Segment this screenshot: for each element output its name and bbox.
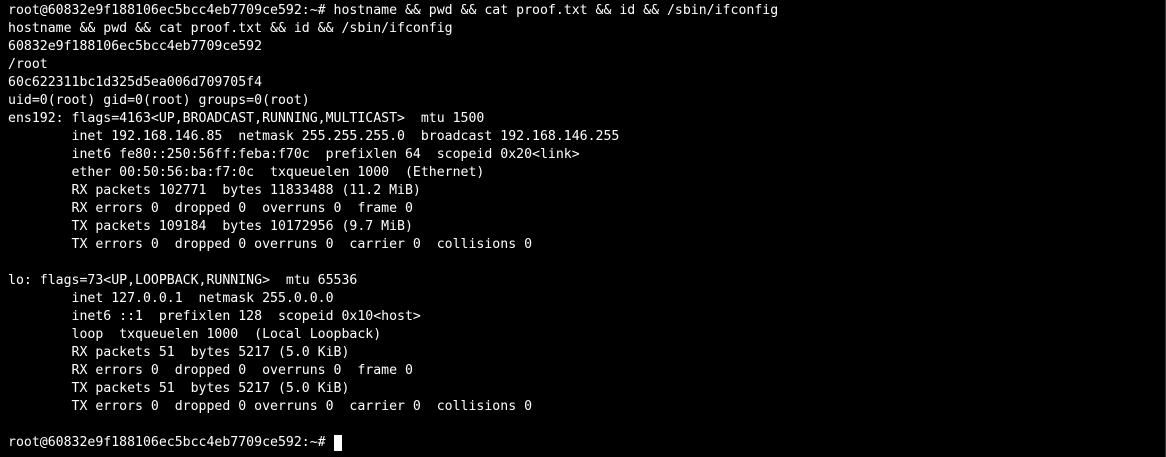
terminal-line-proof: 60c622311bc1d325d5ea006d709705f4 [8,75,263,90]
terminal-line-lo-inet: inet 127.0.0.1 netmask 255.0.0.0 [8,291,334,306]
terminal-line-lo-rx-packets: RX packets 51 bytes 5217 (5.0 KiB) [8,345,350,360]
terminal-line-id: uid=0(root) gid=0(root) groups=0(root) [8,93,310,108]
terminal-line-pwd: /root [8,57,48,72]
terminal-line-ens192-inet6: inet6 fe80::250:56ff:feba:f70c prefixlen… [8,147,580,162]
terminal-line-lo-tx-packets: TX packets 51 bytes 5217 (5.0 KiB) [8,381,350,396]
terminal-line-command: root@60832e9f188106ec5bcc4eb7709ce592:~#… [8,3,779,18]
terminal-line-ens192-tx-errors: TX errors 0 dropped 0 overruns 0 carrier… [8,237,533,252]
terminal-line-ens192-rx-errors: RX errors 0 dropped 0 overruns 0 frame 0 [8,201,413,216]
terminal-line-ens192-flags: ens192: flags=4163<UP,BROADCAST,RUNNING,… [8,111,485,126]
terminal-line-lo-tx-errors: TX errors 0 dropped 0 overruns 0 carrier… [8,399,533,414]
terminal-line-lo-flags: lo: flags=73<UP,LOOPBACK,RUNNING> mtu 65… [8,273,358,288]
text-cursor [333,435,342,451]
terminal-prompt-line[interactable]: root@60832e9f188106ec5bcc4eb7709ce592:~# [8,434,1165,452]
terminal-line-ens192-ether: ether 00:50:56:ba:f7:0c txqueuelen 1000 … [8,165,485,180]
terminal-window[interactable]: root@60832e9f188106ec5bcc4eb7709ce592:~#… [0,0,1166,457]
shell-prompt: root@60832e9f188106ec5bcc4eb7709ce592:~# [8,435,334,450]
terminal-line-lo-rx-errors: RX errors 0 dropped 0 overruns 0 frame 0 [8,363,413,378]
terminal-line-echo: hostname && pwd && cat proof.txt && id &… [8,21,453,36]
terminal-line-ens192-inet: inet 192.168.146.85 netmask 255.255.255.… [8,129,620,144]
terminal-line-ens192-tx-packets: TX packets 109184 bytes 10172956 (9.7 Mi… [8,219,413,234]
terminal-line-hostname: 60832e9f188106ec5bcc4eb7709ce592 [8,39,263,54]
terminal-line-lo-inet6: inet6 ::1 prefixlen 128 scopeid 0x10<hos… [8,309,421,324]
terminal-line-ens192-rx-packets: RX packets 102771 bytes 11833488 (11.2 M… [8,183,421,198]
terminal-line-lo-loop: loop txqueuelen 1000 (Local Loopback) [8,327,382,342]
